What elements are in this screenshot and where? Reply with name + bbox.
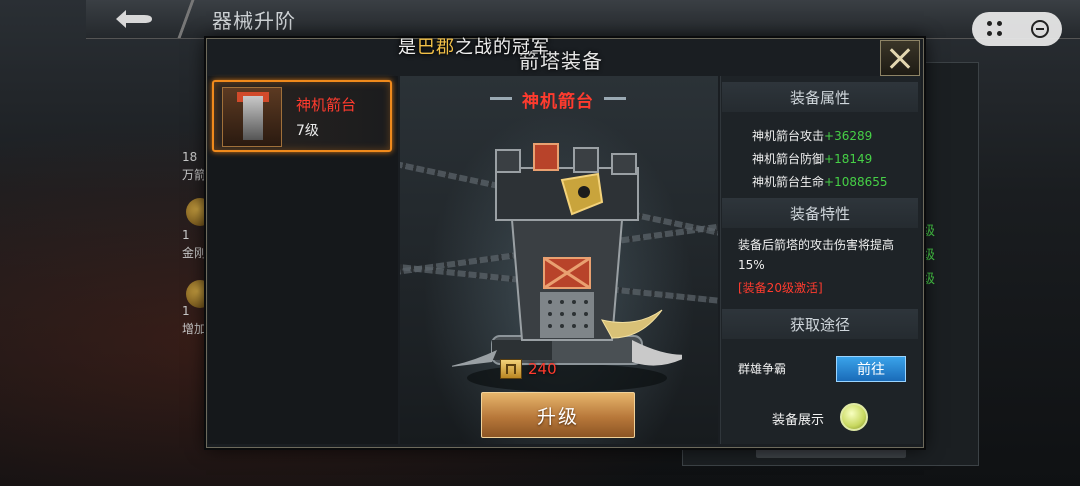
stat-label: 神机箭台防御 — [752, 152, 825, 166]
equipment-title: 神机箭台 — [522, 91, 594, 112]
upgrade-button[interactable]: 升级 — [481, 392, 635, 438]
upgrade-cost: 240 — [500, 358, 557, 380]
showcase-toggle[interactable] — [840, 403, 868, 431]
title-divider — [176, 0, 196, 38]
trait-description: 装备后箭塔的攻击伤害将提高15% — [738, 238, 895, 272]
equipment-thumbnail — [222, 87, 282, 147]
stat-label: 神机箭台攻击 — [752, 129, 825, 143]
castle-token-icon — [500, 359, 522, 379]
close-button[interactable] — [880, 40, 920, 76]
swirl-left-icon — [490, 94, 512, 104]
attributes-header: 装备属性 — [722, 82, 918, 112]
stat-health: 神机箭台生命+1088655 — [752, 173, 888, 190]
stat-bonus: +1088655 — [824, 175, 888, 189]
back-arrow-icon — [116, 10, 152, 28]
more-menu-button[interactable] — [980, 14, 1010, 44]
traits-header: 装备特性 — [722, 198, 918, 228]
goto-button[interactable]: 前往 — [836, 356, 906, 382]
stat-defense: 神机箭台防御+18149 — [752, 150, 872, 167]
source-header: 获取途径 — [722, 309, 918, 339]
showcase-label: 装备展示 — [772, 413, 825, 428]
banner-highlight: 巴郡 — [417, 37, 455, 58]
page-title: 器械升阶 — [212, 9, 296, 33]
stat-bonus: +36289 — [824, 129, 873, 143]
upgrade-cost-value: 240 — [528, 360, 557, 378]
equipment-list-item-level: 7级 — [296, 123, 319, 139]
banner-suffix: 之战的冠军 — [455, 37, 550, 58]
source-name: 群雄争霸 — [738, 362, 787, 376]
system-menu-pill — [972, 12, 1062, 46]
minimize-button[interactable] — [1025, 14, 1055, 44]
dots-grid-icon — [986, 21, 1003, 37]
tower-icon — [243, 96, 263, 140]
stat-attack: 神机箭台攻击+36289 — [752, 127, 872, 144]
equipment-title-row: 神机箭台 — [488, 88, 628, 112]
stat-bonus: +18149 — [824, 152, 873, 166]
close-icon — [889, 47, 911, 69]
champion-banner: 是巴郡之战的冠军 — [398, 33, 550, 59]
trait-activation: [装备20级激活] — [738, 281, 823, 295]
swirl-right-icon — [604, 94, 626, 104]
back-button[interactable] — [96, 2, 172, 36]
banner-prefix: 是 — [398, 37, 417, 58]
stat-label: 神机箭台生命 — [752, 175, 825, 189]
minus-circle-icon — [1030, 20, 1049, 38]
equipment-list-item-name: 神机箭台 — [296, 96, 357, 114]
arrow-tower-illustration — [452, 143, 682, 392]
